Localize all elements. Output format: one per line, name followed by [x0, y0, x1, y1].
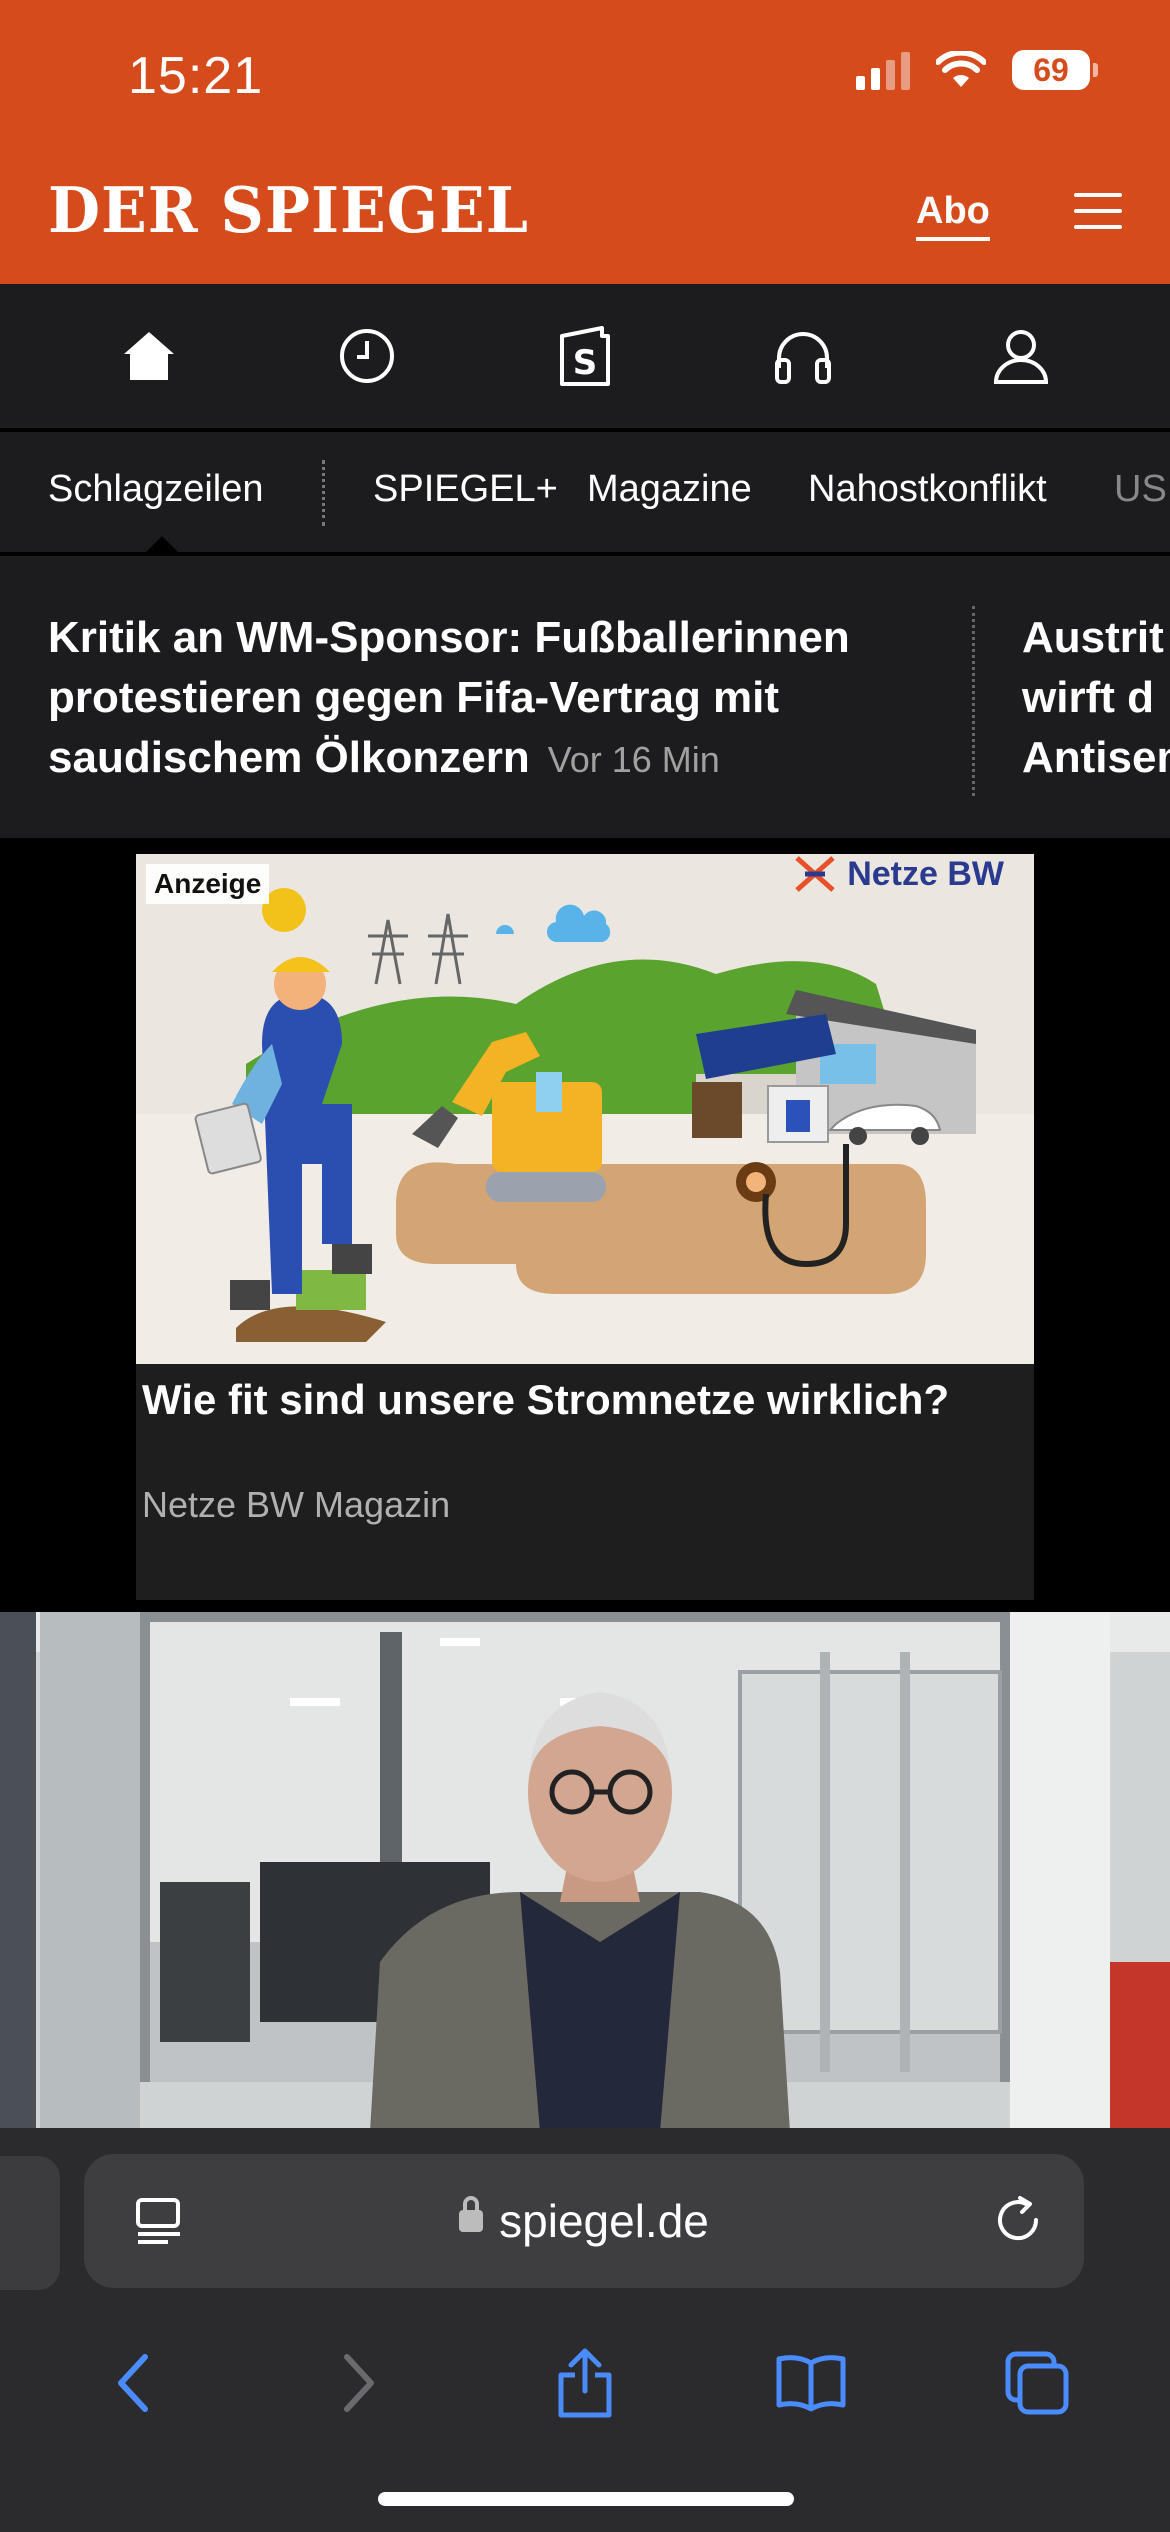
chevron-left-icon — [118, 2354, 148, 2412]
wifi-icon — [936, 51, 986, 87]
headline-divider — [972, 606, 975, 796]
abo-link[interactable]: Abo — [916, 190, 990, 241]
section-tabs: Schlagzeilen SPIEGEL+ Magazine Nahostkon… — [0, 432, 1170, 554]
advertisement[interactable]: Anzeige Netze BW Wie fit sind unsere Str… — [136, 854, 1034, 1600]
tab-schlagzeilen[interactable]: Schlagzeilen — [48, 468, 263, 511]
ad-brand: Netze BW — [793, 854, 1004, 894]
clock-icon — [340, 329, 394, 383]
headline-item[interactable]: Kritik an WM-Sponsor: Fußballerinnen pro… — [48, 608, 948, 790]
spiegel-logo[interactable]: DER SPIEGEL — [48, 174, 529, 248]
active-tab-indicator — [144, 536, 180, 552]
browser-nav — [0, 2318, 1170, 2448]
tab-us[interactable]: US — [1114, 468, 1167, 511]
ad-illustration-art — [136, 854, 1034, 1364]
home-button[interactable] — [89, 306, 209, 406]
ad-title[interactable]: Wie fit sind unsere Stromnetze wirklich? — [142, 1374, 1022, 1426]
article-photo-art — [0, 1612, 1170, 2132]
headline-title: Kritik an WM-Sponsor: Fußballerinnen pro… — [48, 613, 850, 782]
headline-line: wirft d — [1022, 673, 1154, 722]
tabs-button[interactable] — [982, 2328, 1092, 2438]
icon-navigation: S — [0, 284, 1170, 430]
audio-button[interactable] — [743, 306, 863, 406]
ad-label: Anzeige — [146, 864, 270, 904]
status-icons: 69 — [856, 50, 1098, 90]
forward-button[interactable] — [304, 2328, 414, 2438]
url-text: spiegel.de — [499, 2195, 709, 2247]
headline-item[interactable]: Austrit wirft d Antisem — [1022, 608, 1170, 788]
url-display: spiegel.de — [84, 2194, 1084, 2248]
cellular-signal-icon — [856, 50, 910, 90]
battery-level: 69 — [1033, 51, 1069, 88]
ad-source: Netze BW Magazin — [142, 1484, 451, 1525]
headline-line: Austrit — [1022, 613, 1164, 662]
headphones-icon — [775, 332, 831, 384]
hamburger-menu-icon[interactable] — [1074, 193, 1122, 229]
headline-carousel: Kritik an WM-Sponsor: Fußballerinnen pro… — [0, 556, 1170, 838]
article-photo[interactable] — [0, 1612, 1170, 2132]
tab-nahostkonflikt[interactable]: Nahostkonflikt — [808, 468, 1047, 511]
header: 15:21 69 DER SPIEGEL Abo — [0, 0, 1170, 284]
tab-magazine[interactable]: Magazine — [587, 468, 752, 511]
address-bar[interactable]: spiegel.de — [84, 2154, 1084, 2288]
previous-tab-preview[interactable] — [0, 2156, 60, 2290]
share-icon — [558, 2348, 612, 2418]
share-button[interactable] — [530, 2328, 640, 2438]
home-indicator — [378, 2492, 794, 2506]
history-button[interactable] — [307, 306, 427, 406]
status-time: 15:21 — [128, 47, 264, 105]
chevron-right-icon — [344, 2354, 374, 2412]
battery-icon: 69 — [1012, 50, 1098, 90]
tab-divider — [322, 460, 325, 526]
account-button[interactable] — [961, 306, 1081, 406]
tab-spiegel-plus[interactable]: SPIEGEL+ — [373, 468, 558, 511]
person-icon — [993, 330, 1049, 384]
ad-illustration: Anzeige Netze BW — [136, 854, 1034, 1364]
home-icon — [124, 332, 174, 380]
netze-bw-logo-icon — [795, 856, 835, 892]
book-icon — [776, 2355, 846, 2412]
svg-text:S: S — [573, 343, 598, 383]
lock-icon — [459, 2195, 484, 2232]
spiegel-plus-button[interactable]: S — [525, 306, 645, 406]
bookmarks-button[interactable] — [756, 2328, 866, 2438]
ad-brand-name: Netze BW — [847, 854, 1004, 893]
reload-icon[interactable] — [992, 2194, 1044, 2246]
back-button[interactable] — [78, 2328, 188, 2438]
spiegel-plus-icon: S — [560, 326, 610, 386]
headline-line: Antisem — [1022, 733, 1170, 782]
browser-toolbar: spiegel.de — [0, 2128, 1170, 2532]
tabs-icon — [1005, 2351, 1069, 2415]
headline-time: Vor 16 Min — [547, 739, 720, 780]
